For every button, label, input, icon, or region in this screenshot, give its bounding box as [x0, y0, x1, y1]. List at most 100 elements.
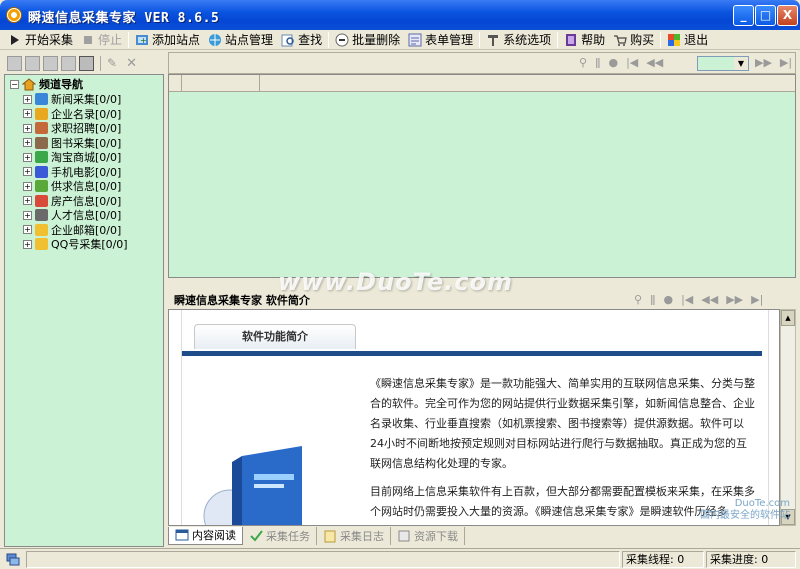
toolbar-separator — [128, 31, 130, 48]
buy-button[interactable]: 购买 — [609, 31, 658, 49]
tool-separator — [100, 55, 101, 71]
tree-tool-button[interactable] — [25, 55, 40, 71]
collapse-toggle[interactable]: − — [10, 79, 19, 89]
site-manage-button[interactable]: 站点管理 — [204, 31, 277, 49]
svg-text:+: + — [140, 36, 147, 45]
next-page-icon[interactable]: ▶▶ — [755, 56, 772, 69]
column-divider[interactable] — [259, 75, 260, 92]
play-icon — [8, 33, 22, 47]
bottom-tabs: 内容阅读 采集任务 采集日志 资源下载 — [168, 526, 796, 545]
scroll-up-icon[interactable]: ▲ — [781, 310, 795, 326]
toolbar-separator — [328, 31, 330, 48]
help-label: 帮助 — [581, 33, 606, 47]
tree-item[interactable]: + 人才信息[0/0] — [23, 208, 121, 222]
expand-toggle[interactable]: + — [23, 210, 32, 220]
record-icon[interactable]: ● — [663, 293, 673, 306]
exit-button[interactable]: 退出 — [663, 31, 712, 49]
add-site-icon: + — [135, 33, 149, 47]
batch-delete-button[interactable]: 批量删除 — [331, 31, 404, 49]
expand-toggle[interactable]: + — [23, 138, 32, 147]
tree-item[interactable]: + 新闻采集[0/0] — [23, 92, 121, 106]
help-button[interactable]: 帮助 — [560, 31, 609, 49]
add-site-label: 添加站点 — [152, 33, 201, 47]
last-page-icon[interactable]: ▶| — [780, 56, 792, 69]
stop-button[interactable]: 停止 — [77, 31, 126, 49]
add-site-button[interactable]: + 添加站点 — [131, 31, 204, 49]
feature-tab: 软件功能简介 — [194, 324, 356, 349]
tree-item[interactable]: + QQ号采集[0/0] — [23, 237, 128, 251]
tree-item[interactable]: + 手机电影[0/0] — [23, 165, 121, 179]
maximize-button[interactable]: □ — [755, 5, 776, 26]
collection-list[interactable] — [168, 74, 796, 278]
app-logo-icon — [6, 7, 22, 23]
prev-page-icon[interactable]: ◀◀ — [646, 56, 663, 69]
preview-nav-icons: ⚲ ǁ ● |◀ ◀◀ ▶▶ ▶| — [634, 293, 763, 306]
expand-toggle[interactable]: + — [23, 109, 32, 118]
close-button[interactable]: X — [777, 5, 798, 26]
channel-tree[interactable]: − 频道导航 + 新闻采集[0/0] + 企业名录[0/0] + 求职招聘[0/0] + 图书… — [4, 74, 164, 547]
channel-icon — [35, 180, 48, 192]
first-page-icon[interactable]: |◀ — [626, 56, 638, 69]
tree-tool-button[interactable] — [43, 55, 58, 71]
minimize-button[interactable]: _ — [733, 5, 754, 26]
first-page-icon[interactable]: |◀ — [681, 293, 693, 306]
tab-content-reading[interactable]: 内容阅读 — [168, 526, 243, 545]
tab-label: 采集任务 — [266, 529, 310, 543]
tree-tool-button[interactable] — [7, 55, 22, 71]
tab-resource-download[interactable]: 资源下载 — [391, 526, 465, 545]
tree-item[interactable]: + 求职招聘[0/0] — [23, 121, 121, 135]
toolbar-separator — [479, 31, 481, 48]
find-button[interactable]: 查找 — [277, 31, 326, 49]
tree-tool-button[interactable] — [61, 55, 76, 71]
expand-toggle[interactable]: + — [23, 181, 32, 191]
toolbar-separator — [660, 31, 662, 48]
column-divider[interactable] — [181, 75, 182, 92]
channel-icon — [35, 223, 48, 236]
expand-toggle[interactable]: + — [23, 123, 32, 133]
corner-watermark: DuoTe.com 国内最安全的软件站 — [640, 498, 790, 522]
system-options-button[interactable]: 系统选项 — [482, 31, 555, 49]
attach-icon[interactable]: ⚲ — [634, 293, 642, 306]
tab-collect-tasks[interactable]: 采集任务 — [243, 526, 317, 545]
expand-toggle[interactable]: + — [23, 239, 32, 249]
record-icon[interactable]: ● — [608, 56, 618, 69]
channel-icon — [35, 107, 48, 120]
title-bar[interactable]: 瞬速信息采集专家 VER 8.6.5 _ □ X — [0, 0, 800, 30]
prev-page-icon[interactable]: ◀◀ — [701, 293, 718, 306]
tree-item[interactable]: + 房产信息[0/0] — [23, 194, 121, 208]
expand-toggle[interactable]: + — [23, 196, 32, 205]
expand-toggle[interactable]: + — [23, 94, 32, 104]
preview-scrollbar[interactable]: ▲ ▼ — [780, 309, 796, 526]
find-label: 查找 — [298, 33, 323, 47]
tree-item[interactable]: + 图书采集[0/0] — [23, 136, 121, 150]
tree-item[interactable]: + 企业名录[0/0] — [23, 107, 121, 121]
task-icon — [249, 529, 263, 543]
last-page-icon[interactable]: ▶| — [751, 293, 763, 306]
site-manage-icon — [208, 33, 222, 47]
form-icon — [408, 33, 422, 47]
delete-icon[interactable]: ✕ — [126, 56, 137, 71]
attach-icon[interactable]: ⚲ — [579, 56, 587, 69]
expand-toggle[interactable]: + — [23, 225, 32, 234]
form-manage-button[interactable]: 表单管理 — [404, 31, 477, 49]
clip-icon[interactable]: ǁ — [650, 293, 655, 306]
edit-icon[interactable]: ✎ — [107, 56, 117, 70]
channel-icon — [35, 194, 48, 207]
page-select[interactable]: ▼ — [697, 56, 749, 71]
tree-item[interactable]: + 企业邮箱[0/0] — [23, 223, 121, 237]
buy-label: 购买 — [630, 33, 655, 47]
next-page-icon[interactable]: ▶▶ — [726, 293, 743, 306]
channel-icon — [35, 151, 48, 163]
tree-item[interactable]: + 淘宝商城[0/0] — [23, 150, 121, 164]
start-collect-button[interactable]: 开始采集 — [4, 31, 77, 49]
expand-toggle[interactable]: + — [23, 152, 32, 162]
preview-document[interactable]: 软件功能简介 《瞬速信息采集专家》是一款功能强大、简单实用的互联网信息采集、分类… — [168, 309, 780, 526]
tree-root[interactable]: − 频道导航 — [10, 77, 83, 91]
expand-toggle[interactable]: + — [23, 167, 32, 176]
tree-item[interactable]: + 供求信息[0/0] — [23, 179, 121, 193]
reading-icon — [175, 528, 189, 542]
clip-icon[interactable]: ǁ — [595, 56, 600, 69]
tree-tool-button[interactable] — [79, 55, 94, 71]
tab-collect-log[interactable]: 采集日志 — [317, 526, 391, 545]
channel-icon — [35, 136, 48, 149]
